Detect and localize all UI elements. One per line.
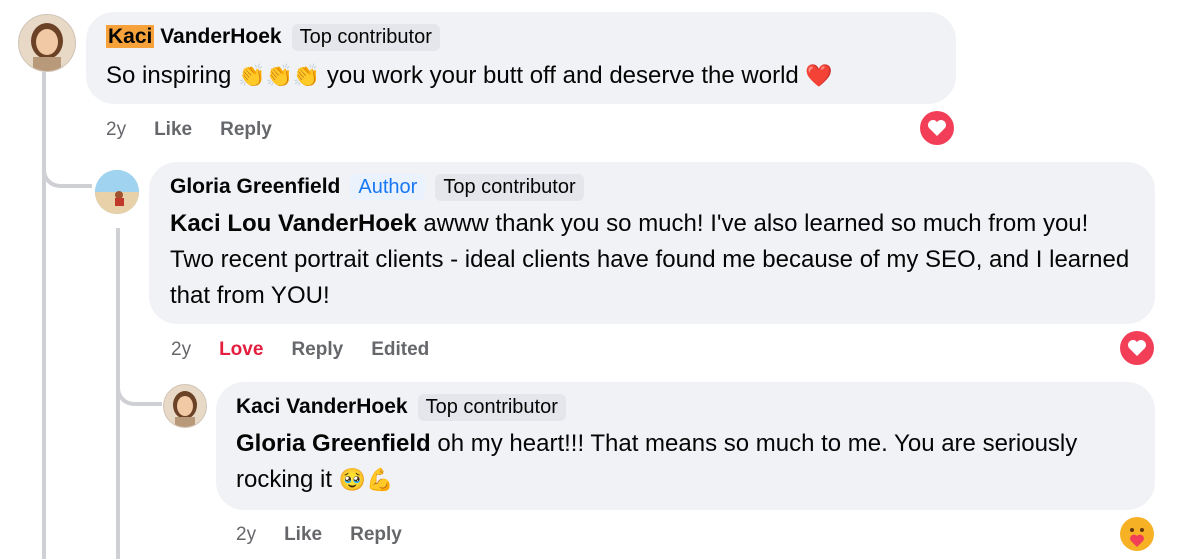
- comment-actions: 2y Love Reply Edited: [171, 339, 429, 361]
- commenter-name[interactable]: Gloria Greenfield: [170, 175, 340, 198]
- timestamp[interactable]: 2y: [106, 119, 126, 141]
- edited-label[interactable]: Edited: [371, 339, 429, 361]
- pleading-face-icon: 🥹💪: [338, 467, 394, 492]
- comment-text: So inspiring 👏👏👏 you work your butt off …: [106, 62, 833, 89]
- like-button[interactable]: Like: [284, 524, 322, 546]
- thread-branch: [116, 370, 162, 406]
- comment-actions: 2y Like Reply: [236, 524, 402, 546]
- author-badge: Author: [350, 174, 426, 200]
- top-contributor-badge[interactable]: Top contributor: [417, 394, 566, 421]
- reply-button[interactable]: Reply: [291, 339, 343, 361]
- clapping-hands-icon: 👏👏👏: [238, 63, 321, 88]
- comment-text: Kaci Lou VanderHoek awww thank you so mu…: [170, 210, 1130, 309]
- commenter-name[interactable]: Kaci VanderHoek: [236, 395, 408, 418]
- top-contributor-badge[interactable]: Top contributor: [291, 24, 440, 51]
- comment-actions: 2y Like Reply: [106, 119, 272, 141]
- mention-link[interactable]: Gloria Greenfield: [236, 430, 431, 457]
- comment-bubble: Gloria Greenfield Author Top contributor K…: [149, 162, 1155, 324]
- reply-button[interactable]: Reply: [350, 524, 402, 546]
- comment-bubble: Kaci VanderHoek Top contributor So inspir…: [86, 12, 956, 104]
- mention-link[interactable]: Kaci Lou VanderHoek: [170, 210, 417, 237]
- commenter-name[interactable]: Kaci VanderHoek: [106, 25, 282, 48]
- comment-text: Gloria Greenfield oh my heart!!! That me…: [236, 430, 1078, 493]
- like-button[interactable]: Like: [154, 119, 192, 141]
- heart-reaction-icon[interactable]: [1120, 331, 1154, 365]
- comment-bubble: Kaci VanderHoek Top contributor Gloria Gr…: [216, 382, 1155, 510]
- avatar[interactable]: [18, 14, 76, 72]
- timestamp[interactable]: 2y: [171, 339, 191, 361]
- avatar[interactable]: [163, 384, 207, 428]
- top-contributor-badge[interactable]: Top contributor: [435, 174, 584, 201]
- timestamp[interactable]: 2y: [236, 524, 256, 546]
- thread-branch: [42, 150, 92, 188]
- thread-line: [42, 72, 46, 559]
- avatar[interactable]: [95, 170, 139, 214]
- reply-button[interactable]: Reply: [220, 119, 272, 141]
- love-button[interactable]: Love: [219, 339, 263, 361]
- red-heart-icon: ❤️: [805, 63, 833, 88]
- heart-reaction-icon[interactable]: [920, 111, 954, 145]
- care-reaction-icon[interactable]: [1120, 517, 1154, 551]
